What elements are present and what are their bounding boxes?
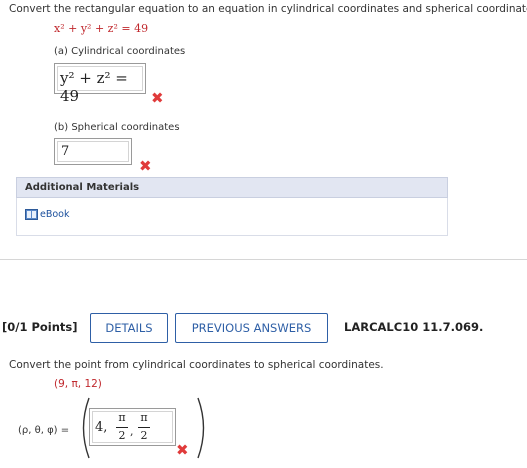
cylindrical-answer-value: y² + z² = 49 (60, 69, 128, 105)
spherical-point-answer-field[interactable]: 4, π 2 , π 2 (89, 408, 176, 446)
rho-value: 4, (95, 420, 108, 435)
question-prompt: Convert the rectangular equation to an e… (9, 3, 527, 15)
phi-denominator: 2 (140, 429, 148, 442)
incorrect-icon: ✖ (176, 441, 189, 459)
cylindrical-answer-field[interactable]: y² + z² = 49 (54, 63, 146, 105)
cylindrical-point: (9, π, 12) (54, 378, 102, 390)
phi-numerator: π (140, 411, 148, 424)
incorrect-icon: ✖ (151, 89, 164, 107)
ebook-link[interactable]: eBook (25, 209, 70, 220)
rectangular-equation: x² + y² + z² = 49 (54, 22, 149, 35)
question-prompt: Convert the point from cylindrical coord… (9, 359, 384, 371)
fraction-bar (116, 427, 128, 428)
comma: , (130, 425, 134, 438)
problem-reference: LARCALC10 11.7.069. (344, 320, 484, 334)
previous-answers-button[interactable]: PREVIOUS ANSWERS (175, 313, 328, 343)
part-a-label: (a) Cylindrical coordinates (54, 46, 186, 57)
question-separator (0, 259, 527, 260)
book-icon (25, 209, 38, 220)
details-button[interactable]: DETAILS (90, 313, 168, 343)
fraction-bar (138, 427, 150, 428)
theta-denominator: 2 (118, 429, 126, 442)
spherical-answer-value: 7 (61, 144, 70, 159)
additional-materials-panel: eBook (16, 198, 448, 236)
spherical-answer-field[interactable]: 7 (54, 138, 132, 165)
additional-materials-header: Additional Materials (16, 177, 448, 198)
right-paren-icon (197, 397, 205, 459)
ebook-label: eBook (40, 209, 70, 220)
incorrect-icon: ✖ (139, 157, 152, 175)
points-score: [0/1 Points] (2, 320, 78, 334)
theta-numerator: π (118, 411, 126, 424)
answer-label: (ρ, θ, φ) = (18, 425, 70, 436)
part-b-label: (b) Spherical coordinates (54, 122, 180, 133)
